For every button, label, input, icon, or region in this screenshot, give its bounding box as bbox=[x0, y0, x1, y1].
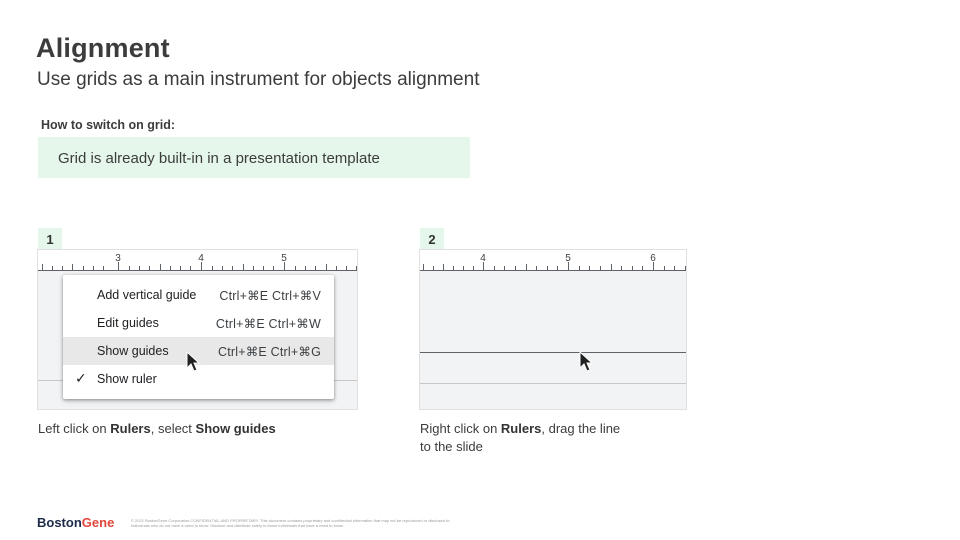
step-2-screenshot: 4 5 6 bbox=[419, 249, 687, 410]
ruler-number: 5 bbox=[565, 253, 571, 264]
step-2-ruler[interactable]: 4 5 6 bbox=[420, 250, 686, 271]
page-subtitle: Use grids as a main instrument for objec… bbox=[37, 69, 480, 90]
menu-item-shortcut: Ctrl+⌘E Ctrl+⌘W bbox=[215, 317, 321, 331]
ruler-context-menu: Add vertical guide Ctrl+⌘E Ctrl+⌘V Edit … bbox=[63, 275, 334, 399]
step-1-caption: Left click on Rulers, select Show guides bbox=[38, 420, 358, 438]
ruler-number: 3 bbox=[115, 253, 121, 264]
howto-note-box: Grid is already built-in in a presentati… bbox=[38, 137, 470, 178]
menu-item-add-vertical-guide[interactable]: Add vertical guide Ctrl+⌘E Ctrl+⌘V bbox=[63, 281, 334, 309]
menu-item-shortcut: Ctrl+⌘E Ctrl+⌘V bbox=[219, 289, 321, 303]
caption-text: , drag the line bbox=[541, 421, 621, 436]
step-1-ruler[interactable]: 3 4 5 bbox=[38, 250, 357, 271]
mouse-pointer-icon bbox=[579, 351, 594, 372]
step-2-badge: 2 bbox=[420, 228, 444, 250]
page-title: Alignment bbox=[36, 33, 170, 63]
menu-item-label: Show guides bbox=[97, 344, 169, 358]
step-1-screenshot: 3 4 5 Add vertical guide Ctrl+⌘E Ctrl+⌘V… bbox=[37, 249, 358, 410]
howto-note-text: Grid is already built-in in a presentati… bbox=[58, 150, 380, 167]
caption-bold: Rulers bbox=[110, 421, 151, 436]
logo-part-2: Gene bbox=[81, 515, 115, 530]
slide-edge-line bbox=[420, 383, 686, 384]
company-logo: BostonGene bbox=[37, 515, 114, 530]
step-2-caption: Right click on Rulers, drag the line to t… bbox=[420, 420, 660, 456]
caption-text: Left click on bbox=[38, 421, 111, 436]
ruler-number: 4 bbox=[198, 253, 204, 264]
menu-item-shortcut: Ctrl+⌘E Ctrl+⌘G bbox=[217, 345, 321, 359]
menu-item-label: Show ruler bbox=[97, 372, 157, 386]
menu-item-label: Edit guides bbox=[97, 316, 159, 330]
step-1-badge: 1 bbox=[38, 228, 62, 250]
menu-item-edit-guides[interactable]: Edit guides Ctrl+⌘E Ctrl+⌘W bbox=[63, 309, 334, 337]
checkmark-icon: ✓ bbox=[75, 370, 87, 386]
caption-bold: Show guides bbox=[195, 421, 276, 436]
horizontal-guide-line[interactable] bbox=[420, 352, 686, 353]
menu-item-label: Add vertical guide bbox=[97, 288, 197, 302]
ruler-number: 5 bbox=[281, 253, 287, 264]
ruler-number: 4 bbox=[480, 253, 486, 264]
caption-text: to the slide bbox=[420, 439, 483, 454]
legal-disclaimer: © 2021 BostonGene Corporation CONFIDENTI… bbox=[131, 518, 450, 528]
caption-text: , select bbox=[150, 421, 196, 436]
caption-text: Right click on bbox=[420, 421, 501, 436]
caption-bold: Rulers bbox=[500, 421, 542, 436]
ruler-ticks bbox=[423, 262, 686, 270]
logo-part-1: Boston bbox=[37, 515, 82, 530]
mouse-pointer-icon bbox=[186, 351, 201, 372]
howto-label: How to switch on grid: bbox=[41, 118, 176, 132]
ruler-number: 6 bbox=[650, 253, 656, 264]
